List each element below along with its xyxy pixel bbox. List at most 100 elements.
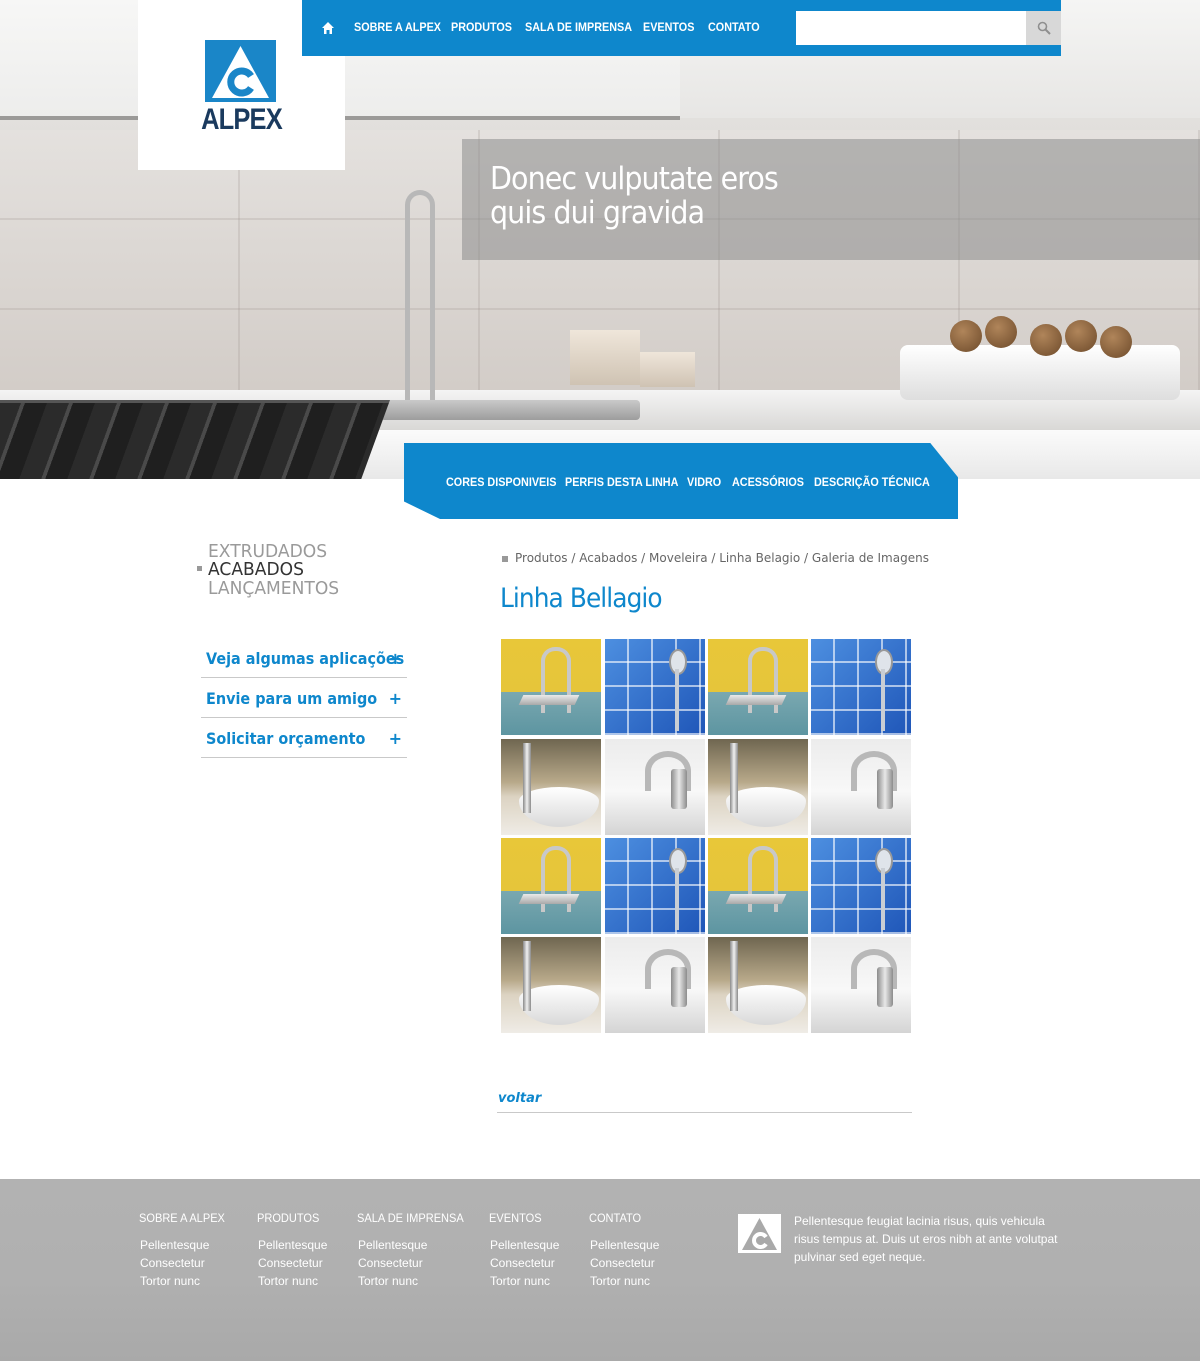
- gallery-thumbnail-chrome-tap[interactable]: [605, 937, 705, 1033]
- breadcrumb-bullet-icon: [502, 555, 508, 562]
- footer-link[interactable]: Tortor nunc: [257, 1272, 327, 1290]
- gallery-thumbnail-basin-faucet[interactable]: [708, 739, 808, 835]
- thumbnail-image: [605, 838, 705, 934]
- plus-icon: +: [388, 729, 402, 748]
- gallery-thumbnail-shower-yellow[interactable]: [501, 639, 601, 735]
- footer-link[interactable]: Pellentesque: [257, 1236, 327, 1254]
- nav-sala-de-imprensa[interactable]: SALA DE IMPRENSA: [525, 20, 632, 34]
- footer-logo-icon: [738, 1214, 781, 1253]
- hero-onion: [1100, 326, 1132, 358]
- back-link[interactable]: voltar: [498, 1091, 541, 1106]
- nav-sobre-a-alpex[interactable]: SOBRE A ALPEX: [354, 20, 441, 34]
- search-icon: [1037, 21, 1051, 35]
- footer-link[interactable]: Consectetur: [489, 1254, 559, 1272]
- footer-heading[interactable]: PRODUTOS: [257, 1211, 322, 1225]
- gallery-thumbnail-shower-blue[interactable]: [605, 838, 705, 934]
- footer-link[interactable]: Tortor nunc: [589, 1272, 659, 1290]
- side-link-envie-amigo[interactable]: Envie para um amigo +: [201, 678, 407, 718]
- subnav-perfis-desta-linha[interactable]: PERFIS DESTA LINHA: [565, 475, 678, 489]
- footer-link[interactable]: Pellentesque: [357, 1236, 473, 1254]
- home-icon[interactable]: [321, 20, 337, 36]
- category-lancamentos[interactable]: LANÇAMENTOS: [208, 578, 339, 599]
- gallery-thumbnail-chrome-tap[interactable]: [605, 739, 705, 835]
- footer-link[interactable]: Tortor nunc: [139, 1272, 232, 1290]
- plus-icon: +: [388, 689, 402, 708]
- hero-caption-line2: quis dui gravida: [490, 195, 705, 231]
- top-navigation: SOBRE A ALPEX PRODUTOS SALA DE IMPRENSA …: [302, 0, 1061, 56]
- thumbnail-image: [811, 937, 911, 1033]
- side-link-label: Envie para um amigo: [206, 689, 378, 708]
- search-button[interactable]: [1026, 11, 1061, 45]
- gallery-thumbnail-shower-blue[interactable]: [811, 838, 911, 934]
- gallery-thumbnail-shower-yellow[interactable]: [708, 838, 808, 934]
- subnav-cores-disponiveis[interactable]: CORES DISPONIVEIS: [446, 475, 556, 489]
- hero-onion: [1065, 320, 1097, 352]
- gallery-thumbnail-basin-faucet[interactable]: [708, 937, 808, 1033]
- nav-produtos[interactable]: PRODUTOS: [451, 20, 512, 34]
- hero-sink: [380, 400, 640, 420]
- footer-link[interactable]: Tortor nunc: [357, 1272, 473, 1290]
- subnav-descricao-tecnica[interactable]: DESCRIÇÃO TÉCNICA: [814, 475, 930, 489]
- footer-col-contato: CONTATO Pellentesque Consectetur Tortor …: [589, 1211, 659, 1290]
- gallery-thumbnail-shower-blue[interactable]: [811, 639, 911, 735]
- gallery-thumbnail-shower-yellow[interactable]: [708, 639, 808, 735]
- footer: SOBRE A ALPEX Pellentesque Consectetur T…: [0, 1179, 1200, 1361]
- thumbnail-image: [501, 639, 601, 735]
- thumbnail-image: [605, 739, 705, 835]
- hero-box-small: [640, 352, 695, 387]
- footer-col-eventos: EVENTOS Pellentesque Consectetur Tortor …: [489, 1211, 559, 1290]
- hero-caption: Donec vulputate eros quis dui gravida: [462, 139, 1200, 260]
- thumbnail-image: [605, 639, 705, 735]
- thumbnail-image: [708, 739, 808, 835]
- thumbnail-image: [501, 739, 601, 835]
- search-input[interactable]: [796, 11, 1026, 45]
- thumbnail-image: [811, 838, 911, 934]
- gallery-thumbnail-shower-yellow[interactable]: [501, 838, 601, 934]
- gallery-thumbnail-basin-faucet[interactable]: [501, 739, 601, 835]
- footer-heading[interactable]: CONTATO: [589, 1211, 654, 1225]
- breadcrumb-text[interactable]: Produtos / Acabados / Moveleira / Linha …: [515, 551, 929, 565]
- thumbnail-image: [811, 739, 911, 835]
- product-subnav: CORES DISPONIVEIS PERFIS DESTA LINHA VID…: [404, 443, 958, 519]
- nav-contato[interactable]: CONTATO: [708, 20, 760, 34]
- footer-link[interactable]: Pellentesque: [139, 1236, 232, 1254]
- footer-col-imprensa: SALA DE IMPRENSA Pellentesque Consectetu…: [357, 1211, 473, 1290]
- gallery-thumbnail-shower-blue[interactable]: [605, 639, 705, 735]
- thumbnail-image: [708, 838, 808, 934]
- side-link-orcamento[interactable]: Solicitar orçamento +: [201, 718, 407, 758]
- breadcrumb: Produtos / Acabados / Moveleira / Linha …: [502, 551, 929, 565]
- subnav-acessorios[interactable]: ACESSÓRIOS: [732, 475, 804, 489]
- footer-heading[interactable]: SALA DE IMPRENSA: [357, 1211, 464, 1225]
- side-link-label: Solicitar orçamento: [206, 729, 366, 748]
- hero-stove: [0, 400, 391, 479]
- image-gallery: [501, 639, 912, 1035]
- nav-eventos[interactable]: EVENTOS: [643, 20, 694, 34]
- footer-link[interactable]: Pellentesque: [489, 1236, 559, 1254]
- gallery-thumbnail-chrome-tap[interactable]: [811, 937, 911, 1033]
- subnav-vidro[interactable]: VIDRO: [687, 475, 721, 489]
- footer-heading[interactable]: SOBRE A ALPEX: [139, 1211, 225, 1225]
- active-category-bullet-icon: [197, 566, 202, 571]
- footer-link[interactable]: Consectetur: [139, 1254, 232, 1272]
- footer-link[interactable]: Consectetur: [257, 1254, 327, 1272]
- footer-link[interactable]: Tortor nunc: [489, 1272, 559, 1290]
- category-acabados[interactable]: ACABADOS: [208, 559, 304, 580]
- logo-wordmark: ALPEX: [201, 103, 283, 136]
- gallery-thumbnail-chrome-tap[interactable]: [811, 739, 911, 835]
- hero-caption-line1: Donec vulputate eros: [490, 161, 779, 197]
- side-link-aplicacoes[interactable]: Veja algumas aplicações +: [201, 638, 407, 678]
- footer-col-produtos: PRODUTOS Pellentesque Consectetur Tortor…: [257, 1211, 327, 1290]
- thumbnail-image: [708, 639, 808, 735]
- thumbnail-image: [708, 937, 808, 1033]
- hero-faucet: [405, 190, 435, 405]
- footer-link[interactable]: Pellentesque: [589, 1236, 659, 1254]
- logo-mark-icon: [205, 40, 276, 102]
- divider: [497, 1112, 912, 1113]
- thumbnail-image: [605, 937, 705, 1033]
- side-link-label: Veja algumas aplicações: [206, 649, 405, 668]
- footer-link[interactable]: Consectetur: [357, 1254, 473, 1272]
- page-title: Linha Bellagio: [500, 583, 663, 614]
- gallery-thumbnail-basin-faucet[interactable]: [501, 937, 601, 1033]
- footer-link[interactable]: Consectetur: [589, 1254, 659, 1272]
- footer-heading[interactable]: EVENTOS: [489, 1211, 554, 1225]
